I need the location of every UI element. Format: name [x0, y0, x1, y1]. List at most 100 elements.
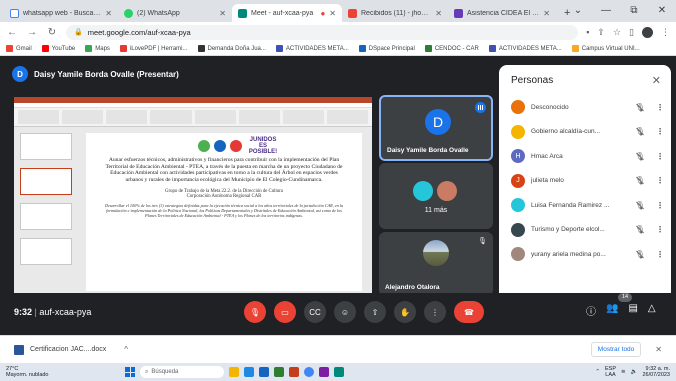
- camera-icon[interactable]: ▪: [586, 27, 589, 38]
- bookmark-ilovepdf[interactable]: iLovePDF | Herrami...: [119, 45, 188, 52]
- tab-whatsapp[interactable]: (2) WhatsApp ✕: [118, 4, 232, 22]
- docs-icon: [275, 45, 283, 52]
- url-field[interactable]: 🔒 meet.google.com/auf-xcaa-pya: [66, 24, 579, 40]
- chat-icon[interactable]: ▤: [628, 303, 637, 318]
- close-tab-icon[interactable]: ✕: [219, 9, 226, 18]
- excel-icon[interactable]: [274, 367, 284, 377]
- teams-icon[interactable]: [319, 367, 329, 377]
- activities-icon[interactable]: △: [648, 303, 656, 318]
- shared-screen[interactable]: JUNIDOS ES POSIBLE! Aunar esfuerzos técn…: [14, 97, 372, 297]
- meeting-time: 9:32: [14, 307, 33, 317]
- mic-off-icon: 🎙: [631, 103, 649, 112]
- tab-search-icon[interactable]: ⌄: [564, 0, 592, 22]
- list-item[interactable]: Luisa Fernanda Ramirez ... 🎙 ⋮: [499, 193, 671, 218]
- back-icon[interactable]: ←: [6, 27, 18, 38]
- chrome-icon[interactable]: [304, 367, 314, 377]
- participant-tile-more[interactable]: 11 más: [379, 163, 493, 229]
- more-options-icon[interactable]: ⋮: [655, 127, 665, 136]
- list-item[interactable]: Gobierno alcaldía-cun... 🎙 ⋮: [499, 120, 671, 145]
- mic-off-icon: 🎙: [631, 152, 649, 161]
- close-icon[interactable]: ✕: [655, 345, 662, 354]
- language-indicator[interactable]: ESP LAA: [605, 366, 616, 378]
- logo-icon: [198, 140, 210, 152]
- emoji-button[interactable]: ☺: [334, 301, 356, 323]
- meet-controls-bar: 9:32 | auf-xcaa-pya 🎙 ▭ CC ☺ ⇧ ✋ ⋮ ☎ ⓘ 👥…: [0, 293, 676, 335]
- close-tab-icon[interactable]: ✕: [543, 9, 550, 18]
- word-doc-icon: [14, 344, 24, 355]
- more-options-icon[interactable]: ⋮: [655, 250, 665, 259]
- more-options-icon[interactable]: ⋮: [655, 103, 665, 112]
- people-icon[interactable]: 👥: [606, 303, 618, 318]
- bookmark-dspace[interactable]: DSpace Principal: [358, 45, 415, 52]
- list-item[interactable]: H Hmac Arca 🎙 ⋮: [499, 144, 671, 169]
- close-tab-icon[interactable]: ✕: [105, 9, 112, 18]
- taskbar-clock[interactable]: 9:32 a. m. 26/07/2023: [642, 366, 670, 378]
- close-window-button[interactable]: ✕: [648, 0, 676, 22]
- windows-start-icon[interactable]: [125, 367, 135, 377]
- close-icon[interactable]: ✕: [652, 74, 661, 87]
- avatar: D: [425, 109, 451, 135]
- bookmark-gmail[interactable]: Gmail: [6, 45, 32, 52]
- word-icon[interactable]: [259, 367, 269, 377]
- maximize-button[interactable]: ⧉: [620, 0, 648, 22]
- app-icon[interactable]: [334, 367, 344, 377]
- weather-desc: Mayorm. nublado: [6, 372, 49, 378]
- weather-widget[interactable]: 27°C Mayorm. nublado: [6, 366, 86, 379]
- reload-icon[interactable]: ↻: [46, 27, 58, 38]
- file-explorer-icon[interactable]: [229, 367, 239, 377]
- share-icon[interactable]: ⇪: [597, 27, 605, 38]
- profile-icon[interactable]: [642, 26, 653, 38]
- more-options-icon[interactable]: ⋮: [655, 201, 665, 210]
- forward-icon[interactable]: →: [26, 27, 38, 38]
- tab-meet[interactable]: Meet - auf-xcaa-pya ● ✕: [232, 4, 342, 22]
- star-icon[interactable]: ☆: [613, 27, 621, 38]
- menu-icon[interactable]: ⋮: [661, 27, 670, 38]
- info-icon[interactable]: ⓘ: [586, 303, 596, 318]
- tab-gmail[interactable]: Recibidos (11) - jhonatabo ✕: [342, 4, 448, 22]
- end-call-button[interactable]: ☎: [454, 301, 484, 323]
- close-tab-icon[interactable]: ✕: [329, 9, 336, 18]
- more-options-icon[interactable]: ⋮: [655, 225, 665, 234]
- chevron-up-icon[interactable]: ^: [124, 345, 128, 354]
- mic-off-icon: 🎙: [631, 225, 649, 234]
- volume-icon[interactable]: 🔈: [631, 369, 638, 375]
- list-item[interactable]: Desconocido 🎙 ⋮: [499, 95, 671, 120]
- list-item[interactable]: Turismo y Deporte elcol... 🎙 ⋮: [499, 218, 671, 243]
- powerpoint-icon[interactable]: [289, 367, 299, 377]
- more-options-icon[interactable]: ⋮: [655, 152, 665, 161]
- mic-toggle-button[interactable]: 🎙: [244, 301, 266, 323]
- presenter-label: D Daisy Yamile Borda Ovalle (Presentar): [12, 65, 179, 83]
- bookmark-campus[interactable]: Campus Virtual UNI...: [571, 45, 640, 52]
- bookmark-actividades-1[interactable]: ACTIVIDADES META...: [275, 45, 349, 52]
- bookmark-cendoc[interactable]: CENDOC - CAR: [424, 45, 479, 52]
- bookmark-youtube[interactable]: YouTube: [41, 45, 75, 52]
- tab-asistencia[interactable]: Asistencia CIDEA El Colegio ✕: [448, 4, 556, 22]
- close-tab-icon[interactable]: ✕: [435, 9, 442, 18]
- list-item[interactable]: J julieta melo 🎙 ⋮: [499, 169, 671, 194]
- raise-hand-button[interactable]: ✋: [394, 301, 416, 323]
- download-file-name[interactable]: Certificacion JAC....docx: [30, 346, 106, 353]
- more-options-icon[interactable]: ⋮: [655, 176, 665, 185]
- show-all-button[interactable]: Mostrar todo: [590, 342, 642, 357]
- bookmark-demanda[interactable]: Demanda Doña Jua...: [197, 45, 266, 52]
- chevron-up-icon[interactable]: ⌃: [595, 369, 600, 375]
- wifi-icon[interactable]: ≋: [621, 369, 626, 375]
- minimize-button[interactable]: —: [592, 0, 620, 22]
- slide-logo-text: JUNIDOS ES POSIBLE!: [248, 137, 278, 155]
- list-item[interactable]: yurany ariela medina po... 🎙 ⋮: [499, 242, 671, 267]
- bookmark-actividades-2[interactable]: ACTIVIDADES META...: [488, 45, 562, 52]
- camera-toggle-button[interactable]: ▭: [274, 301, 296, 323]
- participant-tile-alejandro[interactable]: 🎙 Alejandro Otalora: [379, 232, 493, 296]
- present-button[interactable]: ⇧: [364, 301, 386, 323]
- tab-whatsapp-search[interactable]: whatsapp web - Buscar con ✕: [4, 4, 118, 22]
- tile-name: Alejandro Otalora: [385, 284, 440, 291]
- person-name: Luisa Fernanda Ramirez ...: [531, 201, 610, 209]
- taskbar-search[interactable]: ⌕ Búsqueda: [140, 366, 224, 378]
- sidepanel-icon[interactable]: ▯: [629, 27, 634, 38]
- more-options-button[interactable]: ⋮: [424, 301, 446, 323]
- participant-tile-daisy[interactable]: D Daisy Yamile Borda Ovalle: [379, 95, 493, 161]
- edge-icon[interactable]: [244, 367, 254, 377]
- bookmark-maps[interactable]: Maps: [85, 45, 110, 52]
- slide-thumbnail: [20, 203, 72, 230]
- captions-button[interactable]: CC: [304, 301, 326, 323]
